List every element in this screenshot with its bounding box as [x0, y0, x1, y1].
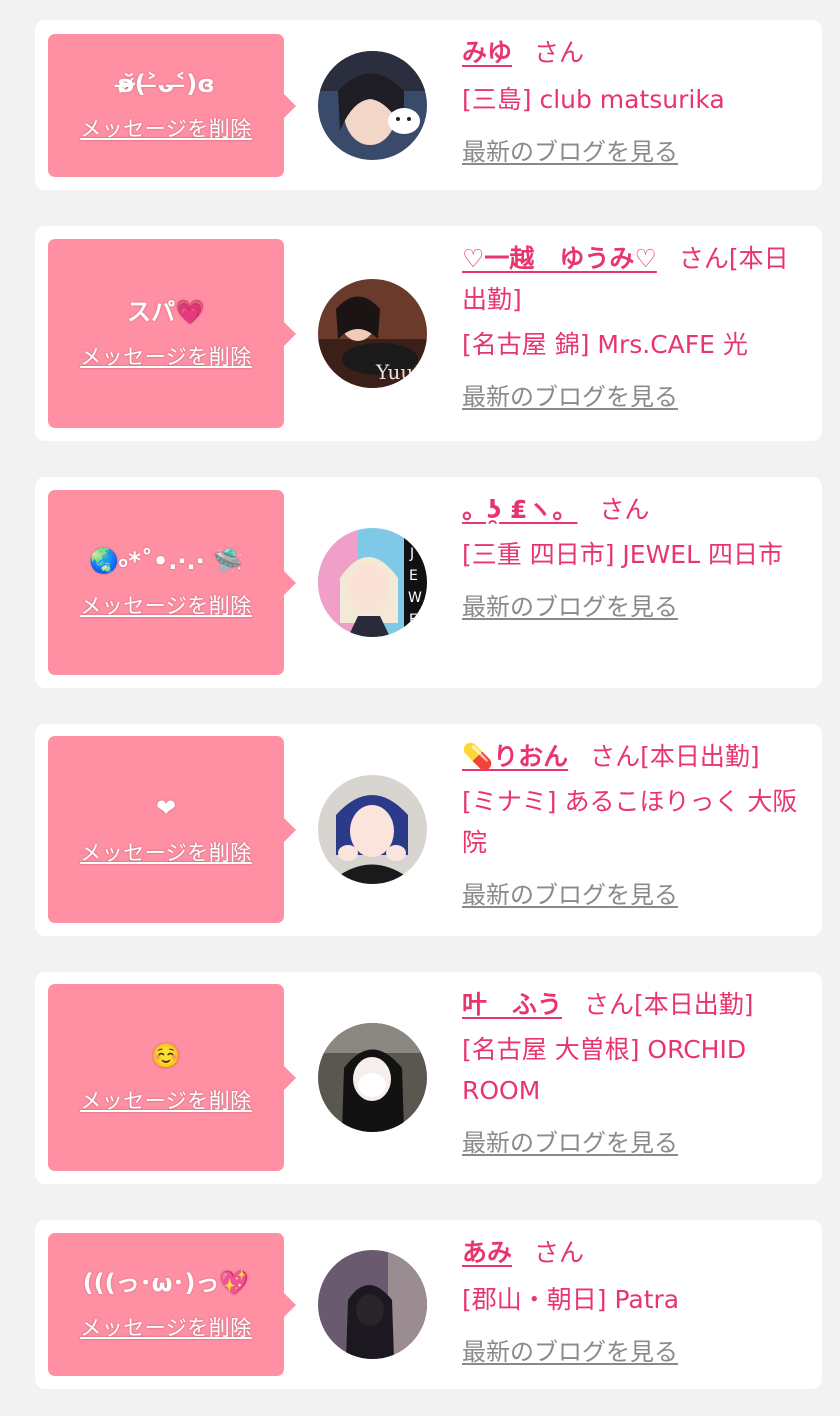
- shop-name: [名古屋 錦] Mrs.CAFE 光: [462, 330, 748, 359]
- svg-text:J: J: [409, 546, 414, 562]
- name-suffix: さん: [599, 495, 650, 524]
- girl-name-link[interactable]: 叶 ふう: [462, 990, 562, 1019]
- message-text: (((っ･ω･)っ💖: [82, 1268, 250, 1297]
- girl-name-link[interactable]: ♡一越 ゆうみ♡: [462, 244, 657, 273]
- message-bubble: (((っ･ω･)っ💖 メッセージを削除: [48, 1233, 296, 1376]
- avatar[interactable]: [318, 1023, 427, 1132]
- avatar[interactable]: J E W E: [318, 528, 427, 637]
- latest-blog-link[interactable]: 最新のブログを見る: [462, 875, 678, 916]
- shop-name: [三重 四日市] JEWEL 四日市: [462, 540, 783, 569]
- girl-info: 叶 ふう さん[本日出勤] [名古屋 大曽根] ORCHID ROOM 最新のブロ…: [462, 984, 812, 1164]
- shop-name: [ミナミ] あるこほりっく 大阪院: [462, 787, 798, 857]
- girl-name-link[interactable]: あみ: [462, 1238, 512, 1267]
- name-suffix: さん[本日出勤]: [584, 990, 754, 1019]
- latest-blog-link[interactable]: 最新のブログを見る: [462, 1123, 678, 1164]
- message-card: ❤ メッセージを削除 💊りおん さん[本日出勤] [ミナミ] あるこほりっく 大阪…: [35, 724, 822, 936]
- svg-text:E: E: [409, 612, 418, 628]
- message-text: ❤: [155, 793, 177, 822]
- name-suffix: さん: [534, 1238, 585, 1267]
- svg-text:E: E: [409, 568, 418, 584]
- message-card: ☺️ メッセージを削除 叶 ふう さん[本日出勤] [名古屋 大曽根] ORCHI…: [35, 972, 822, 1184]
- delete-message-link[interactable]: メッセージを削除: [80, 1085, 252, 1115]
- girl-info: ♡一越 ゆうみ♡ さん[本日出勤] [名古屋 錦] Mrs.CAFE 光 最新のブ…: [462, 238, 812, 418]
- avatar[interactable]: [318, 775, 427, 884]
- girl-info: みゆ さん [三島] club matsurika 最新のブログを見る: [462, 32, 812, 173]
- avatar[interactable]: [318, 51, 427, 160]
- avatar[interactable]: Yuu: [318, 279, 427, 388]
- avatar-photo-icon: [318, 1250, 427, 1359]
- message-card: (((っ･ω･)っ💖 メッセージを削除 あみ さん [郡山・朝日] Patra 最…: [35, 1220, 822, 1389]
- shop-name: [三島] club matsurika: [462, 85, 725, 114]
- latest-blog-link[interactable]: 最新のブログを見る: [462, 1332, 678, 1373]
- delete-message-link[interactable]: メッセージを削除: [80, 1312, 252, 1342]
- latest-blog-link[interactable]: 最新のブログを見る: [462, 132, 678, 173]
- message-text: ☺️: [151, 1041, 181, 1070]
- avatar-photo-icon: [318, 51, 427, 160]
- latest-blog-link[interactable]: 最新のブログを見る: [462, 377, 678, 418]
- delete-message-link[interactable]: メッセージを削除: [80, 113, 252, 143]
- girl-name-link[interactable]: 。ʖ̯ ₤ヽ。: [462, 495, 577, 524]
- message-bubble: スパ💗 メッセージを削除: [48, 239, 296, 428]
- svg-text:Yuu: Yuu: [375, 360, 413, 384]
- message-text: 🌏৹*˚•.·.· 🛸: [89, 546, 243, 575]
- delete-message-link[interactable]: メッセージを削除: [80, 341, 252, 371]
- delete-message-link[interactable]: メッセージを削除: [80, 837, 252, 867]
- message-card: 🌏৹*˚•.·.· 🛸 メッセージを削除 J E W E 。ʖ̯ ₤ヽ。 さん […: [35, 477, 822, 688]
- delete-message-link[interactable]: メッセージを削除: [80, 590, 252, 620]
- shop-name: [名古屋 大曽根] ORCHID ROOM: [462, 1035, 747, 1105]
- avatar-photo-icon: J E W E: [318, 528, 427, 637]
- message-text: ʚ̴̶̷̆(˃̶ᴗ˂̶)ɞ: [117, 69, 215, 98]
- girl-info: 💊りおん さん[本日出勤] [ミナミ] あるこほりっく 大阪院 最新のブログを見る: [462, 736, 812, 916]
- name-suffix: さん: [534, 38, 585, 67]
- message-bubble: 🌏৹*˚•.·.· 🛸 メッセージを削除: [48, 490, 296, 675]
- message-bubble: ❤ メッセージを削除: [48, 736, 296, 923]
- avatar-photo-icon: [318, 1023, 427, 1132]
- latest-blog-link[interactable]: 最新のブログを見る: [462, 587, 678, 628]
- name-suffix: さん[本日出勤]: [590, 742, 760, 771]
- message-bubble: ☺️ メッセージを削除: [48, 984, 296, 1171]
- avatar-photo-icon: Yuu: [318, 279, 427, 388]
- shop-name: [郡山・朝日] Patra: [462, 1285, 680, 1314]
- girl-info: あみ さん [郡山・朝日] Patra 最新のブログを見る: [462, 1232, 812, 1373]
- avatar-photo-icon: [318, 775, 427, 884]
- girl-name-link[interactable]: 💊りおん: [462, 742, 568, 771]
- girl-info: 。ʖ̯ ₤ヽ。 さん [三重 四日市] JEWEL 四日市 最新のブログを見る: [462, 489, 812, 628]
- message-text: スパ💗: [127, 297, 205, 326]
- avatar[interactable]: [318, 1250, 427, 1359]
- girl-name-link[interactable]: みゆ: [462, 38, 512, 67]
- svg-text:W: W: [408, 590, 422, 606]
- message-card: ʚ̴̶̷̆(˃̶ᴗ˂̶)ɞ メッセージを削除 みゆ さん [三島] club ma…: [35, 20, 822, 190]
- message-bubble: ʚ̴̶̷̆(˃̶ᴗ˂̶)ɞ メッセージを削除: [48, 34, 296, 177]
- message-card: スパ💗 メッセージを削除 Yuu ♡一越 ゆうみ♡ さん[本日出勤] [名古屋 錦…: [35, 226, 822, 441]
